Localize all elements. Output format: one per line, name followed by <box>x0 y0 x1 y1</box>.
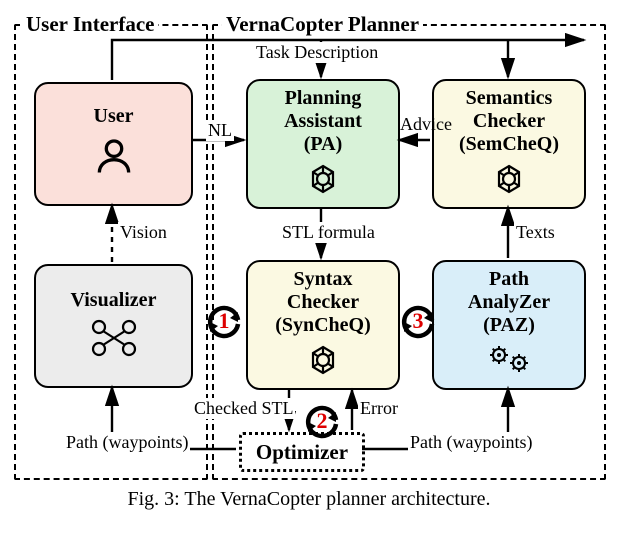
edge-checked-stl: Checked STL <box>192 398 295 419</box>
cycle-1-number: 1 <box>219 308 230 334</box>
edge-nl: NL <box>206 120 234 141</box>
ui-section-title: User Interface <box>22 12 158 37</box>
semcheq-node-label: Semantics Checker (SemCheQ) <box>459 87 559 156</box>
paz-node-label: Path AnalyZer (PAZ) <box>468 268 550 337</box>
optimizer-node-label: Optimizer <box>256 440 348 465</box>
semantics-checker-node: Semantics Checker (SemCheQ) <box>432 79 586 209</box>
edge-task-description: Task Description <box>254 42 380 63</box>
path-analyzer-node: Path AnalyZer (PAZ) <box>432 260 586 390</box>
edge-stl-formula: STL formula <box>280 222 377 243</box>
cycle-3: 3 <box>398 302 438 342</box>
edge-path-left: Path (waypoints) <box>64 432 190 453</box>
figure-caption: Fig. 3: The VernaCopter planner architec… <box>12 488 606 511</box>
drone-icon <box>90 318 138 364</box>
cycle-2-number: 2 <box>317 408 328 434</box>
user-node: User <box>34 82 193 206</box>
pa-node-label: Planning Assistant (PA) <box>284 87 362 156</box>
edge-texts: Texts <box>514 222 557 243</box>
visualizer-node-label: Visualizer <box>71 289 157 312</box>
cycle-1: 1 <box>204 302 244 342</box>
openai-icon <box>492 162 526 202</box>
gears-icon <box>487 343 531 383</box>
edge-error: Error <box>358 398 400 419</box>
edge-path-right: Path (waypoints) <box>408 432 534 453</box>
cycle-3-number: 3 <box>413 308 424 334</box>
diagram-canvas: User Interface VernaCopter Planner User … <box>12 12 606 482</box>
edge-advice: Advice <box>398 114 454 135</box>
visualizer-node: Visualizer <box>34 264 193 388</box>
planner-section-title: VernaCopter Planner <box>222 12 423 37</box>
openai-icon <box>306 343 340 383</box>
cycle-2: 2 <box>302 402 342 442</box>
openai-icon <box>306 162 340 202</box>
user-icon <box>92 134 136 184</box>
syncheq-node-label: Syntax Checker (SynCheQ) <box>275 268 371 337</box>
syntax-checker-node: Syntax Checker (SynCheQ) <box>246 260 400 390</box>
user-node-label: User <box>94 105 134 128</box>
planning-assistant-node: Planning Assistant (PA) <box>246 79 400 209</box>
edge-vision: Vision <box>118 222 169 243</box>
